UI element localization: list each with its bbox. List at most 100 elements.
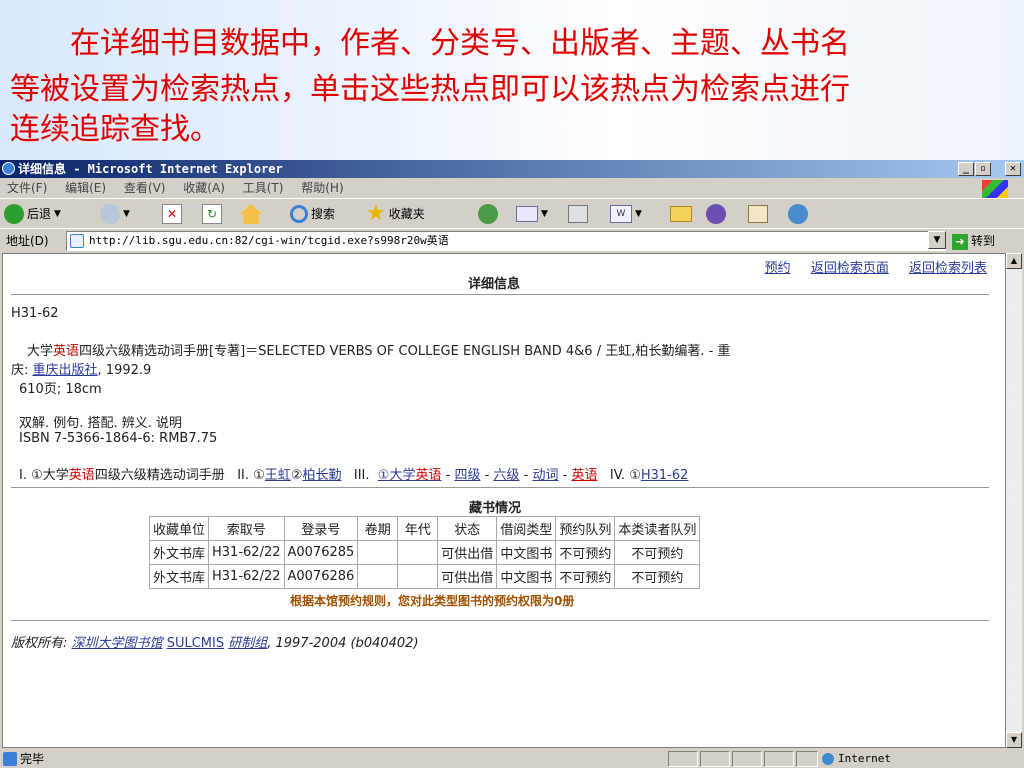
messenger-button[interactable] [706, 202, 726, 226]
copyright-label: 版权所有: [11, 636, 68, 651]
vertical-scrollbar[interactable]: ▲ ▼ [1006, 253, 1022, 748]
go-button[interactable]: ➜ 转到 [952, 230, 995, 252]
notes: 双解. 例句. 搭配. 辨义. 说明 [19, 416, 183, 431]
menu-help[interactable]: 帮助(H) [294, 178, 350, 198]
column-header: 索取号 [208, 516, 285, 541]
table-cell [357, 564, 399, 589]
search-label: 搜索 [311, 207, 336, 221]
tracing-title: 四级六级精选动词手册 [94, 468, 225, 483]
home-button[interactable] [240, 202, 262, 226]
title-part: 四级六级精选动词手册[专著]＝SELECTED VERBS OF COLLEGE… [79, 344, 731, 359]
title-bar[interactable]: 详细信息 - Microsoft Internet Explorer _ ▫ ✕ [0, 160, 1024, 178]
refresh-button[interactable]: ↻ [202, 202, 222, 226]
stop-icon: ✕ [162, 204, 182, 224]
table-cell: 中文图书 [496, 564, 557, 589]
table-cell [397, 564, 439, 589]
column-header: 卷期 [357, 516, 399, 541]
subject-link[interactable]: 英语 [571, 468, 597, 483]
menu-edit[interactable]: 编辑(E) [58, 178, 113, 198]
toolbar: 后退 ▼ ▼ ✕ ↻ 搜索 ★ 收藏夹 ▼ W ▼ [0, 198, 1024, 228]
subject-sep: - [523, 468, 529, 483]
globe-icon [822, 753, 834, 765]
table-cell: 可供出借 [437, 540, 498, 565]
table-cell: 可供出借 [437, 564, 498, 589]
reserve-link[interactable]: 预约 [765, 261, 791, 276]
copyright-tail: , 1997-2004 (b040402) [267, 636, 419, 651]
forward-button[interactable]: ▼ [100, 202, 130, 226]
subject-sep: - [484, 468, 490, 483]
menu-file[interactable]: 文件(F) [0, 178, 54, 198]
tracing-label: III. [353, 468, 370, 483]
author-link[interactable]: 柏长勤 [302, 468, 341, 483]
subject-link[interactable]: 六级 [493, 468, 519, 483]
users-icon [788, 204, 808, 224]
library-link[interactable]: 深圳大学图书馆 [72, 636, 163, 651]
search-button[interactable]: 搜索 [290, 202, 335, 226]
table-header-row: 收藏单位 索取号 登录号 卷期 年代 状态 借阅类型 预约队列 本类读者队列 [148, 516, 701, 541]
column-header: 本类读者队列 [614, 516, 701, 541]
ie-logo-icon [2, 162, 15, 175]
research-button[interactable] [748, 202, 768, 226]
class-number-link[interactable]: H31-62 [641, 468, 689, 483]
subject-link[interactable]: 四级 [454, 468, 480, 483]
favorites-button[interactable]: ★ 收藏夹 [366, 201, 425, 226]
back-button[interactable]: 后退 ▼ [4, 202, 61, 226]
table-cell: A0076286 [283, 564, 359, 589]
mail-button[interactable]: ▼ [516, 202, 548, 226]
back-arrow-icon [4, 204, 24, 224]
table-cell: H31-62/22 [208, 540, 285, 565]
page-done-icon [3, 752, 17, 766]
column-header: 年代 [397, 516, 439, 541]
subject-sep: - [445, 468, 451, 483]
author-link[interactable]: 王虹 [265, 468, 291, 483]
messenger-icon [706, 204, 726, 224]
chevron-down-icon: ▼ [635, 209, 642, 219]
tracing-label: II. ① [237, 468, 265, 483]
table-cell: A0076285 [283, 540, 359, 565]
title-statement: 大学英语四级六级精选动词手册[专著]＝SELECTED VERBS OF COL… [27, 340, 730, 359]
page-title: 详细信息 [468, 277, 521, 292]
system-link[interactable]: SULCMIS [167, 636, 224, 651]
highlight-term: 英语 [53, 344, 80, 359]
windows-logo-icon [982, 180, 1008, 198]
holdings-table: 收藏单位 索取号 登录号 卷期 年代 状态 借阅类型 预约队列 本类读者队列 外… [148, 516, 701, 589]
subject-link[interactable]: ①大学英语 [378, 468, 442, 483]
subject-link[interactable]: 动词 [532, 468, 558, 483]
status-panel [732, 751, 762, 767]
scroll-up-button[interactable]: ▲ [1006, 253, 1022, 269]
status-panel [764, 751, 794, 767]
scroll-down-button[interactable]: ▼ [1006, 732, 1022, 748]
users-button[interactable] [788, 202, 808, 226]
menu-view[interactable]: 查看(V) [117, 178, 173, 198]
maximize-button[interactable]: ▫ [975, 162, 991, 176]
publisher-link[interactable]: 重庆出版社 [33, 363, 98, 378]
address-url: http://lib.sgu.edu.cn:82/cgi-win/tcgid.e… [89, 234, 449, 247]
history-button[interactable] [478, 202, 498, 226]
group-link[interactable]: 研制组 [228, 636, 267, 651]
table-cell: 不可预约 [614, 564, 701, 589]
call-number: H31-62 [11, 306, 59, 321]
divider [11, 620, 989, 621]
back-to-search-link[interactable]: 返回检索页面 [811, 261, 889, 276]
print-button[interactable] [568, 202, 588, 226]
menu-favorites[interactable]: 收藏(A) [176, 178, 232, 198]
edit-button[interactable]: W ▼ [610, 202, 642, 226]
address-dropdown-button[interactable]: ▼ [928, 231, 946, 249]
favorites-label: 收藏夹 [388, 207, 425, 221]
back-to-list-link[interactable]: 返回检索列表 [909, 261, 987, 276]
menu-tools[interactable]: 工具(T) [236, 178, 291, 198]
minimize-button[interactable]: _ [958, 162, 974, 176]
address-input[interactable]: http://lib.sgu.edu.cn:82/cgi-win/tcgid.e… [66, 231, 946, 251]
mail-icon [516, 206, 538, 222]
close-button[interactable]: ✕ [1005, 162, 1021, 176]
status-panel [796, 751, 818, 767]
slide-caption: 在详细书目数据中，作者、分类号、出版者、主题、丛书名 等被设置为检索热点，单击这… [0, 0, 1024, 160]
status-label: 完毕 [20, 752, 45, 766]
go-arrow-icon: ➜ [952, 233, 968, 250]
stop-button[interactable]: ✕ [162, 202, 182, 226]
highlight-term: 英语 [68, 468, 95, 483]
discuss-button[interactable] [670, 202, 692, 226]
status-panel [668, 751, 698, 767]
chevron-down-icon: ▼ [541, 209, 548, 219]
column-header: 收藏单位 [148, 516, 210, 541]
